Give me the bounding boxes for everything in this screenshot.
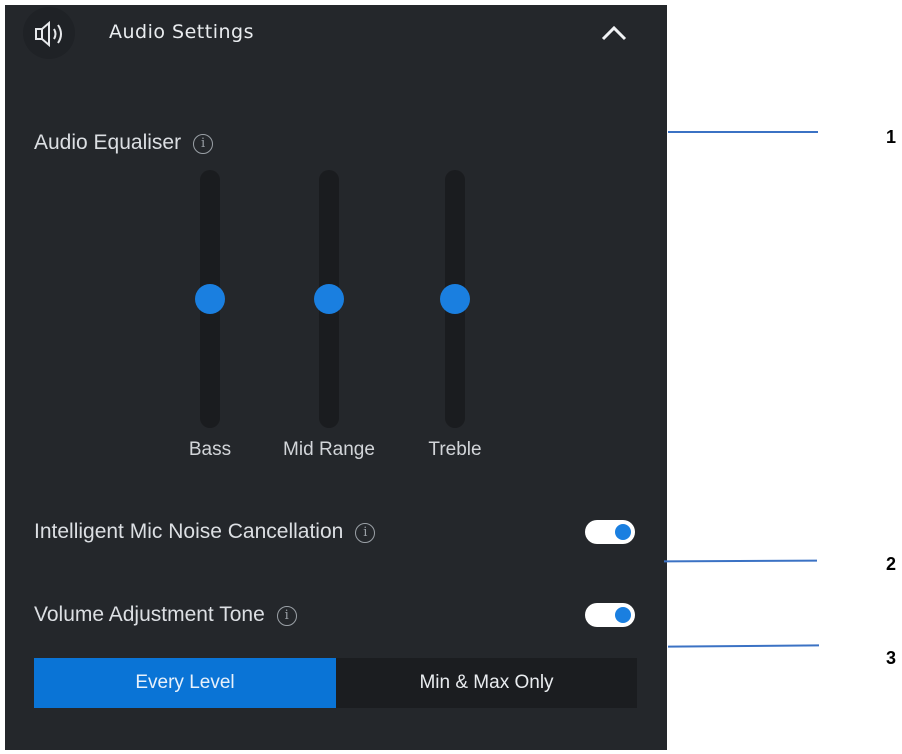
min-max-only-button[interactable]: Min & Max Only [336, 658, 637, 708]
bass-slider[interactable] [195, 170, 225, 428]
toggle-knob [615, 524, 631, 540]
callout-line-2 [663, 559, 818, 563]
mid-range-label: Mid Range [283, 439, 375, 460]
treble-slider[interactable] [440, 170, 470, 428]
page-title: Audio Settings [109, 21, 254, 43]
callout-number-1: 1 [886, 127, 897, 147]
slider-thumb[interactable] [314, 284, 344, 314]
info-icon[interactable]: i [276, 606, 297, 626]
volume-tone-label: Volume Adjustment Tone i [34, 603, 297, 627]
volume-tone-text: Volume Adjustment Tone [34, 603, 265, 626]
mid-range-slider[interactable] [314, 170, 344, 428]
slider-thumb[interactable] [440, 284, 470, 314]
volume-tone-toggle[interactable] [585, 603, 635, 627]
chevron-up-icon[interactable] [597, 17, 631, 49]
audio-settings-panel: Audio Settings Audio Equaliser i Bass Mid… [5, 5, 667, 750]
callout-number-2: 2 [886, 554, 897, 574]
speaker-icon [23, 7, 75, 59]
noise-cancellation-toggle[interactable] [585, 520, 635, 544]
treble-label: Treble [428, 439, 482, 460]
info-icon[interactable]: i [355, 523, 376, 543]
bass-label: Bass [188, 439, 232, 460]
info-icon[interactable]: i [193, 134, 214, 154]
callout-line-1 [668, 131, 818, 133]
callout-line-3 [667, 644, 820, 648]
toggle-knob [615, 607, 631, 623]
callout-number-3: 3 [886, 648, 897, 668]
equaliser-label: Audio Equaliser i [34, 131, 214, 155]
tone-mode-segmented-control: Every Level Min & Max Only [34, 658, 637, 708]
equaliser-label-text: Audio Equaliser [34, 131, 182, 154]
slider-thumb[interactable] [195, 284, 225, 314]
panel-header[interactable]: Audio Settings [5, 5, 667, 65]
every-level-button[interactable]: Every Level [34, 658, 336, 708]
noise-cancellation-label: Intelligent Mic Noise Cancellation i [34, 520, 376, 544]
noise-cancellation-text: Intelligent Mic Noise Cancellation [34, 520, 344, 543]
